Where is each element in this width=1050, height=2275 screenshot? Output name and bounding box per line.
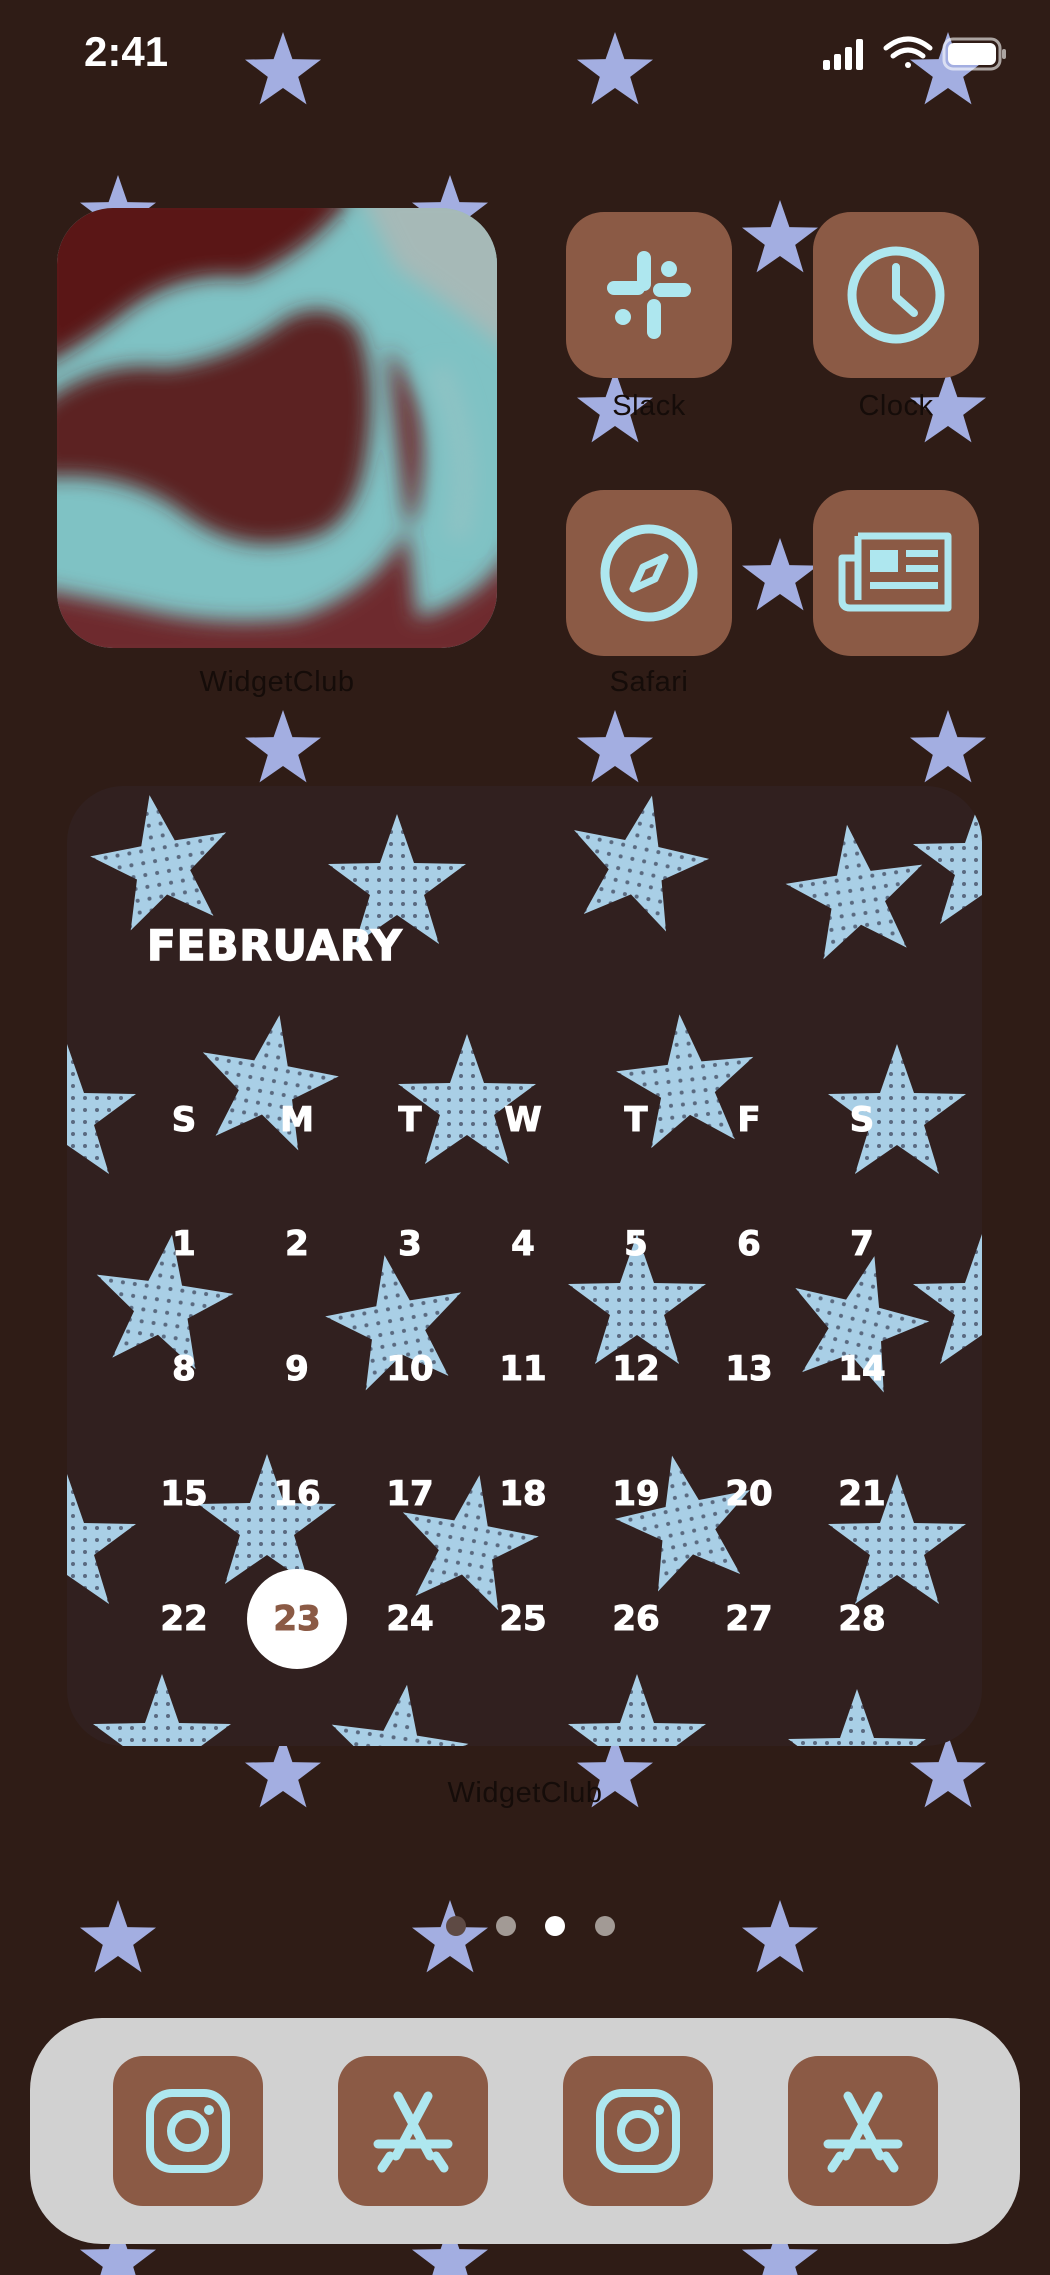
calendar-day: 22 (160, 1599, 208, 1640)
calendar-day: 27 (725, 1599, 773, 1640)
status-bar: 2:41 (0, 0, 1050, 110)
status-time: 2:41 (84, 28, 169, 75)
calendar-day: 17 (386, 1474, 434, 1515)
calendar-day: 26 (612, 1599, 660, 1640)
calendar-day: 8 (172, 1349, 197, 1390)
status-indicators (823, 36, 1006, 71)
weekday-label: T (624, 1100, 648, 1141)
calendar-day: 12 (612, 1349, 660, 1390)
weekday-label: M (280, 1100, 315, 1141)
calendar-day: 10 (386, 1349, 434, 1390)
weekday-label: S (171, 1100, 197, 1141)
app-store-icon (373, 2091, 453, 2173)
weekday-label: W (504, 1100, 543, 1141)
page-dot[interactable] (595, 1916, 615, 1936)
calendar-day: 18 (499, 1474, 547, 1515)
battery-icon (942, 37, 1006, 71)
calendar-day: 16 (273, 1474, 321, 1515)
compass-icon (600, 524, 698, 622)
calendar-day: 13 (725, 1349, 773, 1390)
calendar-month: FEBRUARY (146, 920, 403, 971)
calendar-day: 2 (285, 1224, 310, 1265)
slack-app[interactable] (566, 212, 732, 378)
photo-widget[interactable] (57, 208, 497, 648)
slack-icon (607, 251, 691, 339)
app-store-icon (823, 2091, 903, 2173)
calendar-day: 6 (737, 1224, 762, 1265)
app-store-app[interactable] (338, 2056, 488, 2206)
calendar-day: 1 (172, 1224, 197, 1265)
dock (30, 2018, 1020, 2244)
weekday-label: S (849, 1100, 875, 1141)
calendar-widget-label: WidgetClub (447, 1777, 603, 1809)
page-dot[interactable] (446, 1916, 466, 1936)
page-dot[interactable] (496, 1916, 516, 1936)
calendar-day: 20 (725, 1474, 773, 1515)
page-indicator[interactable] (0, 1916, 1050, 1946)
weekday-label: F (737, 1100, 761, 1141)
weekday-label: T (398, 1100, 422, 1141)
liquid-art-image (57, 208, 497, 648)
calendar-day: 21 (838, 1474, 886, 1515)
news-app[interactable] (813, 490, 979, 656)
slack-label: Slack (612, 390, 686, 422)
calendar-day-today: 23 (273, 1599, 321, 1640)
calendar-day: 28 (838, 1599, 886, 1640)
instagram-icon (596, 2089, 680, 2173)
calendar-day: 9 (285, 1349, 310, 1390)
clock-label: Clock (858, 390, 934, 422)
instagram-app[interactable] (113, 2056, 263, 2206)
calendar-day: 19 (612, 1474, 660, 1515)
clock-app[interactable] (813, 212, 979, 378)
calendar-day: 15 (160, 1474, 208, 1515)
news-icon (838, 532, 952, 612)
clock-icon (847, 246, 945, 344)
calendar-day: 3 (398, 1224, 423, 1265)
app-store-app[interactable] (788, 2056, 938, 2206)
page-dot-active[interactable] (545, 1916, 565, 1936)
cellular-signal-icon (823, 39, 863, 70)
calendar-day: 7 (850, 1224, 875, 1265)
instagram-app[interactable] (563, 2056, 713, 2206)
calendar-widget[interactable]: FEBRUARY S M T W T F S 1 2 3 4 5 6 7 8 9… (67, 786, 982, 1746)
calendar-day: 11 (499, 1349, 547, 1390)
safari-app[interactable] (566, 490, 732, 656)
photo-widget-label: WidgetClub (199, 666, 355, 698)
calendar-day: 14 (838, 1349, 886, 1390)
calendar-day: 4 (511, 1224, 536, 1265)
calendar-day: 24 (386, 1599, 434, 1640)
safari-label: Safari (609, 666, 689, 698)
calendar-day: 25 (499, 1599, 547, 1640)
wifi-icon (883, 36, 933, 68)
instagram-icon (146, 2089, 230, 2173)
calendar-day: 5 (624, 1224, 649, 1265)
